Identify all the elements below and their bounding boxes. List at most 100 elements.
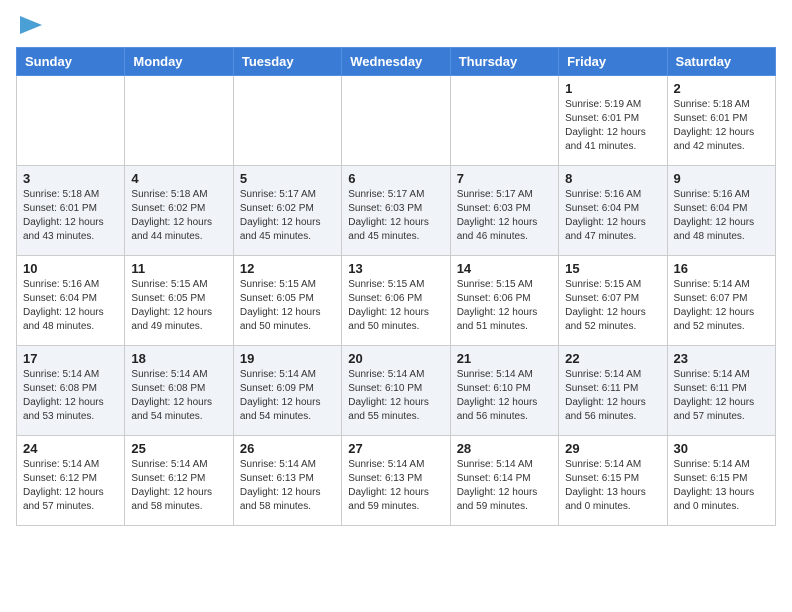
calendar-cell: 17 Sunrise: 5:14 AM Sunset: 6:08 PM Dayli… [17,346,125,436]
day-info: Sunrise: 5:16 AM Sunset: 6:04 PM Dayligh… [565,188,660,244]
calendar-cell [450,76,558,166]
calendar-cell: 28 Sunrise: 5:14 AM Sunset: 6:14 PM Dayli… [450,436,558,526]
day-number: 9 [674,171,769,186]
calendar-cell: 7 Sunrise: 5:17 AM Sunset: 6:03 PM Daylig… [450,166,558,256]
day-info: Sunrise: 5:14 AM Sunset: 6:13 PM Dayligh… [348,458,443,514]
day-info: Sunrise: 5:16 AM Sunset: 6:04 PM Dayligh… [674,188,769,244]
day-info: Sunrise: 5:14 AM Sunset: 6:12 PM Dayligh… [131,458,226,514]
weekday-header-sunday: Sunday [17,48,125,76]
day-number: 18 [131,351,226,366]
calendar-cell: 16Sunrise: 5:14 AM Sunset: 6:07 PM Dayli… [667,256,775,346]
day-number: 21 [457,351,552,366]
day-number: 24 [23,441,118,456]
calendar-cell: 1 Sunrise: 5:19 AM Sunset: 6:01 PM Daylig… [559,76,667,166]
day-number: 13 [348,261,443,276]
day-number: 3 [23,171,118,186]
weekday-header-friday: Friday [559,48,667,76]
weekday-header-saturday: Saturday [667,48,775,76]
day-number: 5 [240,171,335,186]
page-header [16,16,776,37]
calendar-cell: 24 Sunrise: 5:14 AM Sunset: 6:12 PM Dayli… [17,436,125,526]
calendar-cell: 25 Sunrise: 5:14 AM Sunset: 6:12 PM Dayli… [125,436,233,526]
calendar-cell: 10 Sunrise: 5:16 AM Sunset: 6:04 PM Dayli… [17,256,125,346]
day-number: 27 [348,441,443,456]
day-number: 12 [240,261,335,276]
calendar-cell: 5 Sunrise: 5:17 AM Sunset: 6:02 PM Daylig… [233,166,341,256]
day-info: Sunrise: 5:19 AM Sunset: 6:01 PM Dayligh… [565,98,660,154]
day-number: 20 [348,351,443,366]
calendar-cell: 3 Sunrise: 5:18 AM Sunset: 6:01 PM Daylig… [17,166,125,256]
day-number: 10 [23,261,118,276]
day-number: 30 [674,441,769,456]
weekday-header-tuesday: Tuesday [233,48,341,76]
weekday-header-wednesday: Wednesday [342,48,450,76]
day-info: Sunrise: 5:14 AM Sunset: 6:08 PM Dayligh… [23,368,118,424]
day-info: Sunrise: 5:14 AM Sunset: 6:09 PM Dayligh… [240,368,335,424]
calendar-cell: 12 Sunrise: 5:15 AM Sunset: 6:05 PM Dayli… [233,256,341,346]
calendar-cell: 18 Sunrise: 5:14 AM Sunset: 6:08 PM Dayli… [125,346,233,436]
day-info: Sunrise: 5:15 AM Sunset: 6:05 PM Dayligh… [240,278,335,334]
day-number: 26 [240,441,335,456]
day-number: 29 [565,441,660,456]
day-number: 1 [565,81,660,96]
calendar-cell: 19 Sunrise: 5:14 AM Sunset: 6:09 PM Dayli… [233,346,341,436]
day-info: Sunrise: 5:18 AM Sunset: 6:02 PM Dayligh… [131,188,226,244]
day-info: Sunrise: 5:15 AM Sunset: 6:06 PM Dayligh… [348,278,443,334]
day-info: Sunrise: 5:14 AM Sunset: 6:13 PM Dayligh… [240,458,335,514]
calendar-cell: 13 Sunrise: 5:15 AM Sunset: 6:06 PM Dayli… [342,256,450,346]
day-number: 25 [131,441,226,456]
calendar-cell: 21 Sunrise: 5:14 AM Sunset: 6:10 PM Dayli… [450,346,558,436]
day-info: Sunrise: 5:16 AM Sunset: 6:04 PM Dayligh… [23,278,118,334]
calendar-cell: 26 Sunrise: 5:14 AM Sunset: 6:13 PM Dayli… [233,436,341,526]
day-info: Sunrise: 5:14 AM Sunset: 6:08 PM Dayligh… [131,368,226,424]
day-number: 11 [131,261,226,276]
calendar-cell: 29 Sunrise: 5:14 AM Sunset: 6:15 PM Dayli… [559,436,667,526]
calendar-cell: 23 Sunrise: 5:14 AM Sunset: 6:11 PM Dayli… [667,346,775,436]
calendar-cell: 14 Sunrise: 5:15 AM Sunset: 6:06 PM Dayli… [450,256,558,346]
day-info: Sunrise: 5:15 AM Sunset: 6:06 PM Dayligh… [457,278,552,334]
day-number: 8 [565,171,660,186]
day-info: Sunrise: 5:14 AM Sunset: 6:14 PM Dayligh… [457,458,552,514]
calendar-cell: 4 Sunrise: 5:18 AM Sunset: 6:02 PM Daylig… [125,166,233,256]
logo [16,16,42,37]
day-info: Sunrise: 5:15 AM Sunset: 6:07 PM Dayligh… [565,278,660,334]
calendar-cell: 20 Sunrise: 5:14 AM Sunset: 6:10 PM Dayli… [342,346,450,436]
day-info: Sunrise: 5:14 AM Sunset: 6:11 PM Dayligh… [674,368,769,424]
day-info: Sunrise: 5:14 AM Sunset: 6:12 PM Dayligh… [23,458,118,514]
day-info: Sunrise: 5:14 AM Sunset: 6:07 PM Dayligh… [674,278,769,334]
calendar-cell: 6 Sunrise: 5:17 AM Sunset: 6:03 PM Daylig… [342,166,450,256]
day-number: 15 [565,261,660,276]
day-info: Sunrise: 5:17 AM Sunset: 6:03 PM Dayligh… [348,188,443,244]
day-info: Sunrise: 5:18 AM Sunset: 6:01 PM Dayligh… [23,188,118,244]
calendar-cell: 2Sunrise: 5:18 AM Sunset: 6:01 PM Daylig… [667,76,775,166]
day-info: Sunrise: 5:18 AM Sunset: 6:01 PM Dayligh… [674,98,769,154]
weekday-header-thursday: Thursday [450,48,558,76]
day-info: Sunrise: 5:14 AM Sunset: 6:15 PM Dayligh… [565,458,660,514]
day-number: 19 [240,351,335,366]
calendar-cell: 9 Sunrise: 5:16 AM Sunset: 6:04 PM Daylig… [667,166,775,256]
day-number: 22 [565,351,660,366]
weekday-header-monday: Monday [125,48,233,76]
calendar-cell: 22 Sunrise: 5:14 AM Sunset: 6:11 PM Dayli… [559,346,667,436]
day-number: 6 [348,171,443,186]
logo-arrow-icon [20,16,42,34]
day-number: 23 [674,351,769,366]
calendar-cell: 11 Sunrise: 5:15 AM Sunset: 6:05 PM Dayli… [125,256,233,346]
day-number: 7 [457,171,552,186]
day-number: 17 [23,351,118,366]
calendar-cell [17,76,125,166]
calendar-table: SundayMondayTuesdayWednesdayThursdayFrid… [16,47,776,526]
day-number: 4 [131,171,226,186]
calendar-cell: 30 Sunrise: 5:14 AM Sunset: 6:15 PM Dayli… [667,436,775,526]
day-info: Sunrise: 5:14 AM Sunset: 6:10 PM Dayligh… [348,368,443,424]
day-number: 28 [457,441,552,456]
day-info: Sunrise: 5:17 AM Sunset: 6:02 PM Dayligh… [240,188,335,244]
day-info: Sunrise: 5:14 AM Sunset: 6:15 PM Dayligh… [674,458,769,514]
day-number: 14 [457,261,552,276]
day-info: Sunrise: 5:14 AM Sunset: 6:10 PM Dayligh… [457,368,552,424]
day-info: Sunrise: 5:17 AM Sunset: 6:03 PM Dayligh… [457,188,552,244]
calendar-cell: 15 Sunrise: 5:15 AM Sunset: 6:07 PM Dayli… [559,256,667,346]
calendar-cell [342,76,450,166]
day-info: Sunrise: 5:14 AM Sunset: 6:11 PM Dayligh… [565,368,660,424]
day-info: Sunrise: 5:15 AM Sunset: 6:05 PM Dayligh… [131,278,226,334]
